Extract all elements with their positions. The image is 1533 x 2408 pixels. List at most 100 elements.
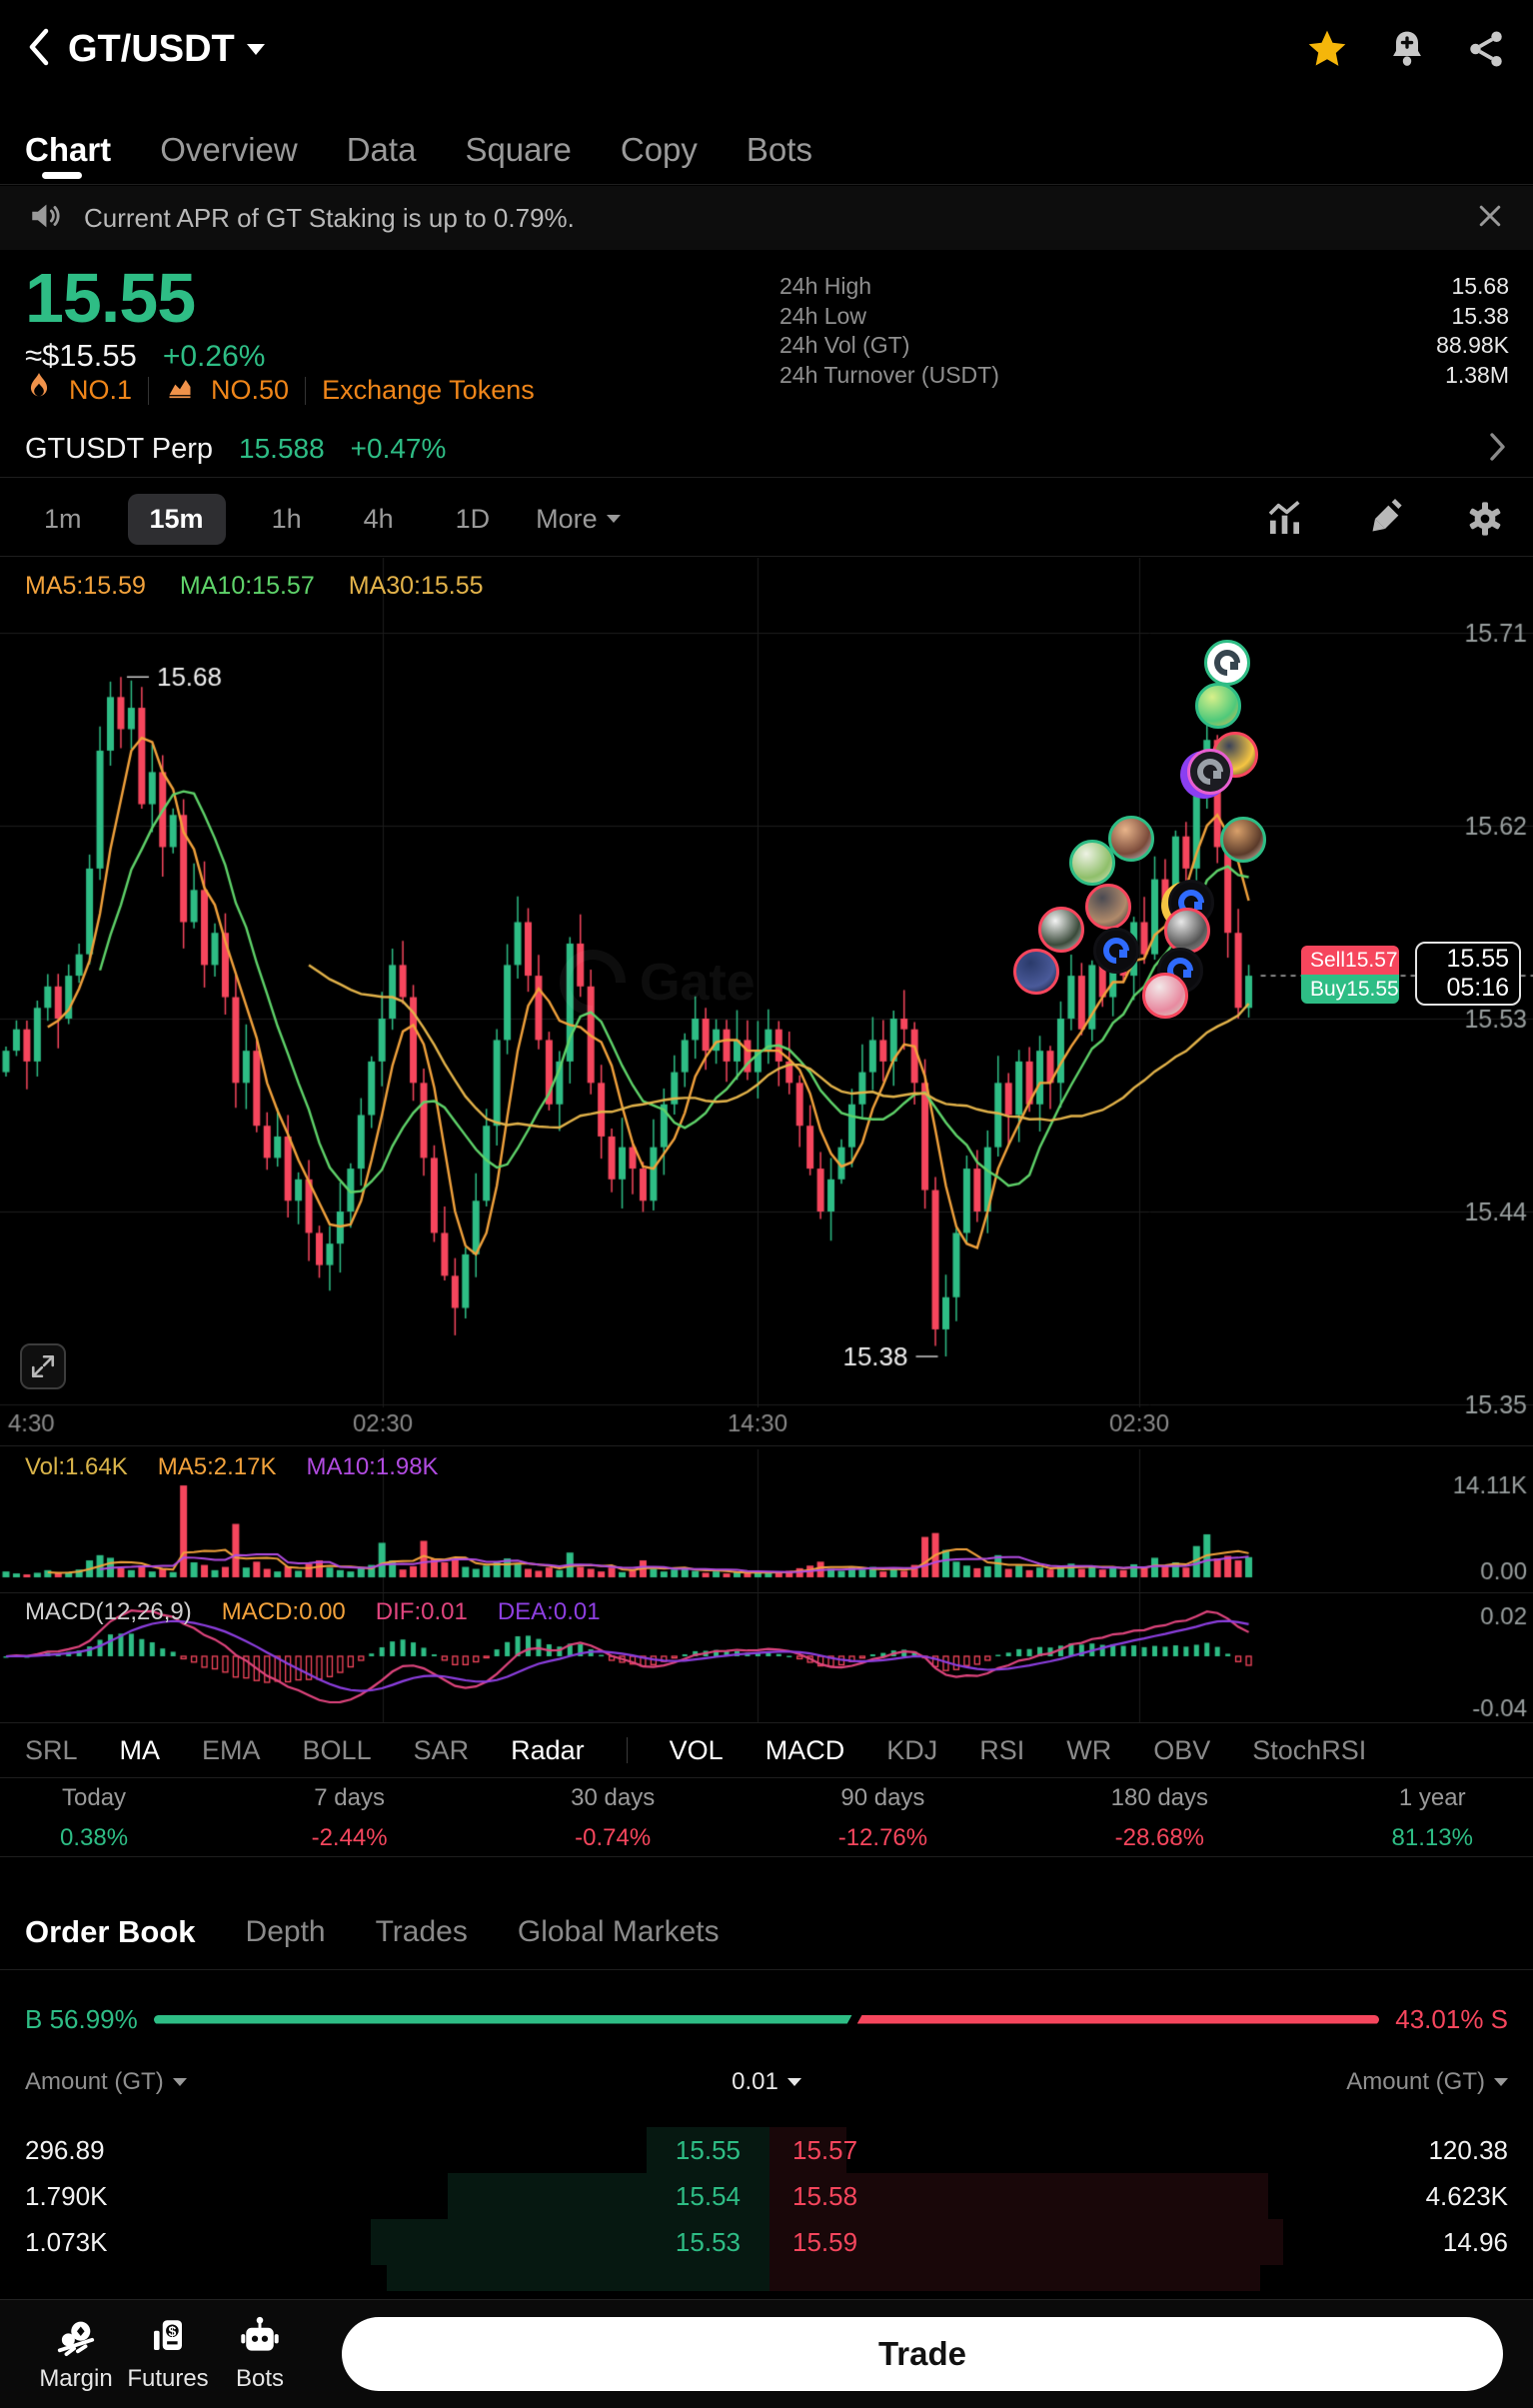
tab-data[interactable]: Data [347, 131, 417, 169]
pair-selector-caret-icon[interactable] [246, 43, 265, 55]
trader-avatar[interactable] [1108, 816, 1154, 862]
vol-ma10: MA10:1.98K [306, 1453, 439, 1480]
favorite-star-icon[interactable] [1305, 27, 1349, 71]
vol-value: Vol:1.64K [25, 1453, 128, 1480]
buy-sell-ratio: B 56.99% 43.01% S [0, 1999, 1533, 2039]
indicator-tab-boll[interactable]: BOLL [303, 1735, 372, 1766]
amount-left-dropdown[interactable]: Amount (GT) [25, 2068, 187, 2096]
sector-name[interactable]: Exchange Tokens [322, 375, 535, 406]
indicator-tab-ema[interactable]: EMA [202, 1735, 261, 1766]
tab-global-markets[interactable]: Global Markets [518, 1915, 720, 1949]
tab-square[interactable]: Square [465, 131, 571, 169]
back-icon[interactable] [26, 27, 52, 72]
nav-margin[interactable]: Margin [30, 2315, 122, 2393]
trader-avatar[interactable] [1142, 973, 1188, 1019]
macd-panel[interactable]: MACD(12,26,9) MACD:0.00 DIF:0.01 DEA:0.0… [0, 1594, 1533, 1722]
macd-value: MACD:0.00 [221, 1598, 346, 1625]
speaker-icon [28, 199, 62, 238]
tab-copy[interactable]: Copy [621, 131, 698, 169]
indicator-tab-radar[interactable]: Radar [511, 1735, 585, 1766]
pair-title[interactable]: GT/USDT [68, 28, 235, 71]
banner-close-icon[interactable] [1475, 201, 1505, 236]
indicator-tab-kdj[interactable]: KDJ [886, 1735, 937, 1766]
indicator-tab-srl[interactable]: SRL [25, 1735, 78, 1766]
stats-24h: 24h High 15.68 24h Low 15.38 24h Vol (GT) 8… [779, 272, 1509, 390]
dea-value: DEA:0.01 [497, 1598, 601, 1625]
ask-depth-bar [769, 2265, 1260, 2291]
tab-order-book[interactable]: Order Book [25, 1914, 196, 1950]
tf-1h[interactable]: 1h [256, 494, 318, 545]
buy-ratio-label: B 56.99% [25, 2003, 138, 2034]
indicator-tab-macd[interactable]: MACD [766, 1735, 845, 1766]
last-price: 15.55 [25, 259, 196, 337]
tab-overview[interactable]: Overview [160, 131, 298, 169]
perp-row[interactable]: GTUSDT Perp 15.588 +0.47% [0, 425, 1533, 473]
tf-1d[interactable]: 1D [440, 494, 507, 545]
trader-avatar[interactable] [1204, 640, 1250, 686]
sell-ratio-label: 43.01% S [1395, 2003, 1508, 2034]
macd-header: MACD(12,26,9) MACD:0.00 DIF:0.01 DEA:0.0… [25, 1598, 601, 1626]
price-alert-bell-icon[interactable] [1385, 27, 1429, 71]
sector-rank[interactable]: NO.50 [211, 375, 289, 406]
perf-1-year: 1 year 81.13% [1391, 1784, 1473, 1851]
nav-futures[interactable]: $ Futures [122, 2315, 214, 2393]
amount-right-dropdown[interactable]: Amount (GT) [1346, 2068, 1508, 2096]
performance-row: Today 0.38% 7 days -2.44% 30 days -0.74% 90 da… [0, 1778, 1533, 1856]
tab-chart[interactable]: Chart [25, 131, 111, 169]
bottom-nav: Margin $ Futures Bots Trade [0, 2299, 1533, 2408]
indicator-tab-rsi[interactable]: RSI [979, 1735, 1024, 1766]
ratio-bar [154, 2014, 1380, 2024]
trader-avatar[interactable] [1187, 749, 1233, 795]
trader-avatar[interactable] [1069, 840, 1115, 886]
perf-7-days: 7 days -2.44% [311, 1784, 388, 1851]
hot-rank[interactable]: NO.1 [69, 375, 132, 406]
indicator-icon[interactable] [1265, 499, 1305, 539]
dif-value: DIF:0.01 [375, 1598, 468, 1625]
trader-avatar[interactable] [1195, 683, 1241, 729]
tf-4h[interactable]: 4h [348, 494, 410, 545]
indicator-tab-sar[interactable]: SAR [414, 1735, 470, 1766]
orderbook-row[interactable]: 1.790K 15.54 15.58 4.623K [0, 2173, 1533, 2219]
tab-depth[interactable]: Depth [246, 1915, 326, 1949]
announcement-banner[interactable]: Current APR of GT Staking is up to 0.79%… [0, 186, 1533, 250]
indicator-tab-stochrsi[interactable]: StochRSI [1252, 1735, 1366, 1766]
orderbook-row[interactable]: 296.89 15.55 15.57 120.38 [0, 2127, 1533, 2173]
stat-label: 24h Low [779, 302, 866, 329]
trader-avatar[interactable] [1220, 817, 1266, 863]
perp-price: 15.588 [239, 433, 325, 464]
trader-avatar[interactable] [1164, 908, 1210, 954]
draw-pencil-icon[interactable] [1365, 499, 1405, 539]
buy-price-tag: Buy 15.55 [1301, 975, 1399, 1004]
trader-avatar[interactable] [1013, 949, 1059, 995]
bid-depth-bar [386, 2265, 769, 2291]
indicator-tab-vol[interactable]: VOL [670, 1735, 724, 1766]
trader-avatar[interactable] [1093, 928, 1139, 974]
tf-15m[interactable]: 15m [127, 493, 226, 545]
tab-trades[interactable]: Trades [376, 1915, 468, 1949]
futures-icon: $ [154, 2320, 182, 2350]
indicator-tab-obv[interactable]: OBV [1153, 1735, 1210, 1766]
ma-header[interactable]: MA5:15.59 MA10:15.57 MA30:15.55 [25, 572, 484, 601]
fullscreen-expand-icon[interactable] [20, 1343, 66, 1389]
tf-1m[interactable]: 1m [28, 494, 98, 545]
chart-settings-gear-icon[interactable] [1465, 499, 1505, 539]
bots-icon [241, 2316, 279, 2351]
trade-button[interactable]: Trade [342, 2317, 1503, 2391]
timeframe-bar: 1m 15m 1h 4h 1D More [0, 490, 1533, 548]
tab-bots[interactable]: Bots [747, 131, 812, 169]
trader-avatar[interactable] [1085, 884, 1131, 930]
tf-more[interactable]: More [536, 504, 621, 535]
volume-panel[interactable]: Vol:1.64K MA5:2.17K MA10:1.98K [0, 1449, 1533, 1594]
indicator-tab-wr[interactable]: WR [1066, 1735, 1111, 1766]
perf-today: Today 0.38% [60, 1784, 129, 1851]
nav-bots[interactable]: Bots [214, 2315, 306, 2393]
stat-label: 24h Turnover (USDT) [779, 361, 999, 388]
svg-text:$: $ [168, 2323, 176, 2339]
orderbook-row[interactable]: 1.073K 15.53 15.59 14.96 [0, 2219, 1533, 2265]
macd-params: MACD(12,26,9) [25, 1598, 192, 1625]
share-icon[interactable] [1465, 28, 1507, 70]
vol-ma5: MA5:2.17K [157, 1453, 277, 1480]
indicator-tab-ma[interactable]: MA [120, 1735, 161, 1766]
trader-avatar[interactable] [1038, 907, 1084, 953]
precision-dropdown[interactable]: 0.01 [187, 2068, 1347, 2096]
